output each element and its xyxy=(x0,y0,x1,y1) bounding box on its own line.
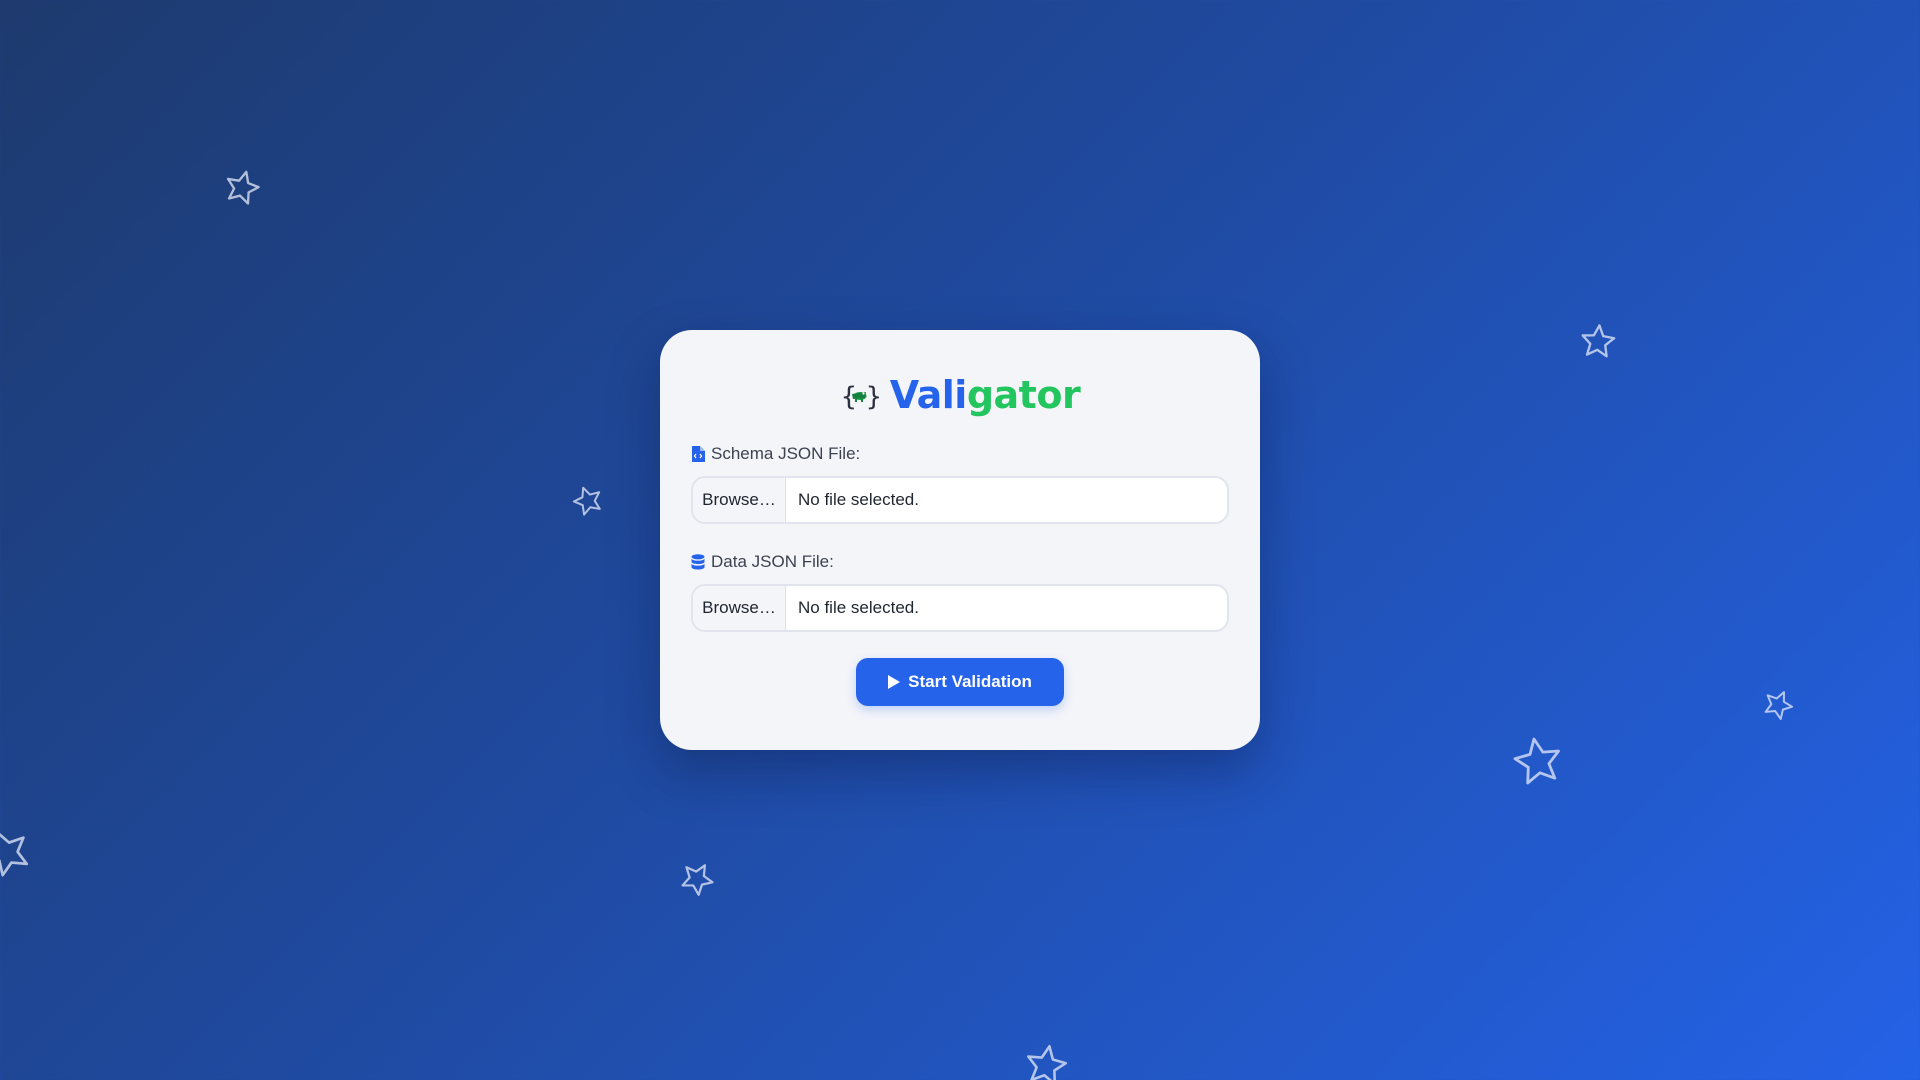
form-actions: Start Validation xyxy=(691,658,1229,706)
schema-file-label-text: Schema JSON File: xyxy=(711,444,861,463)
app-header: { } Valigator xyxy=(691,370,1229,420)
data-file-label-text: Data JSON File: xyxy=(711,552,834,571)
validator-card: { } Valigator Schema JSON File: Browse… … xyxy=(660,330,1260,750)
data-file-status: No file selected. xyxy=(798,598,919,617)
data-file-input[interactable]: Browse… No file selected. xyxy=(691,584,1229,632)
star-outline-icon xyxy=(222,168,262,208)
star-outline-icon xyxy=(678,860,716,898)
database-icon xyxy=(691,554,705,570)
braces-gator-icon: { } xyxy=(841,382,880,412)
schema-file-label: Schema JSON File: xyxy=(691,442,1229,466)
star-outline-icon xyxy=(571,484,605,518)
schema-file-input[interactable]: Browse… No file selected. xyxy=(691,476,1229,524)
star-outline-icon xyxy=(1578,322,1618,362)
app-title-part1: Vali xyxy=(889,373,968,417)
schema-browse-button[interactable]: Browse… xyxy=(693,478,786,522)
file-code-icon xyxy=(692,446,705,462)
star-outline-icon xyxy=(1022,1042,1070,1080)
app-title-part2: gator xyxy=(966,373,1081,417)
play-icon xyxy=(888,675,901,689)
data-file-label: Data JSON File: xyxy=(691,550,1229,574)
schema-file-status: No file selected. xyxy=(798,490,919,509)
star-outline-icon xyxy=(1510,734,1566,790)
star-outline-icon xyxy=(0,826,34,880)
svg-text:}: } xyxy=(866,382,880,412)
start-validation-button[interactable]: Start Validation xyxy=(856,658,1064,706)
app-title: Valigator xyxy=(889,373,1081,417)
star-outline-icon xyxy=(1761,688,1795,722)
data-browse-button[interactable]: Browse… xyxy=(693,586,786,630)
start-validation-label: Start Validation xyxy=(908,672,1032,691)
